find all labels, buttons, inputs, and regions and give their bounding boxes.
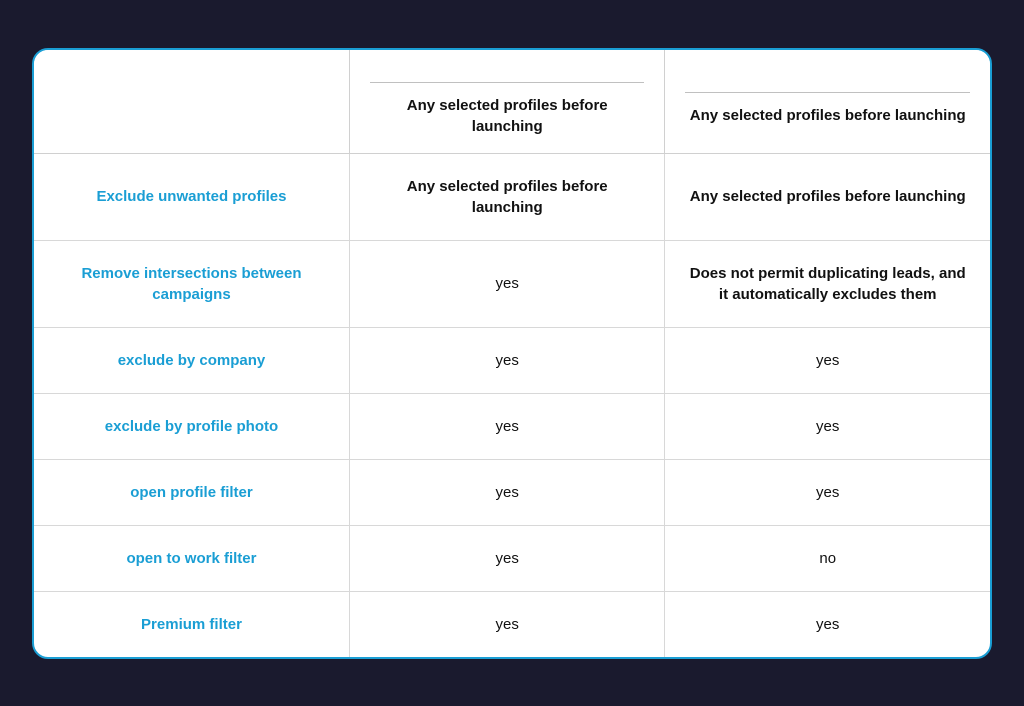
wc-cell: yes xyxy=(665,393,990,459)
feature-label: Exclude unwanted profiles xyxy=(96,188,286,205)
lh-value: Any selected profiles before launching xyxy=(407,178,608,216)
feature-cell: exclude by company xyxy=(34,327,349,393)
feature-cell: open to work filter xyxy=(34,525,349,591)
feature-label: exclude by profile photo xyxy=(105,418,278,435)
wc-value: yes xyxy=(816,484,839,501)
wc-value: no xyxy=(819,550,836,567)
table-row: exclude by profile photo yes yes xyxy=(34,393,990,459)
feature-cell: open profile filter xyxy=(34,459,349,525)
lh-cell: yes xyxy=(349,393,664,459)
comparison-table-wrapper: Any selected profiles before launching A… xyxy=(32,48,992,659)
wc-cell: yes xyxy=(665,591,990,657)
wc-subtitle: Any selected profiles before launching xyxy=(685,105,970,126)
feature-label: open to work filter xyxy=(126,550,256,567)
table-row: Exclude unwanted profiles Any selected pr… xyxy=(34,153,990,240)
feature-label: open profile filter xyxy=(130,484,253,501)
feature-label: Remove intersections between campaigns xyxy=(81,265,301,303)
table-row: open to work filter yes no xyxy=(34,525,990,591)
wc-cell: Does not permit duplicating leads, and i… xyxy=(665,240,990,327)
lh-cell: Any selected profiles before launching xyxy=(349,153,664,240)
wc-header-divider xyxy=(685,92,970,93)
wc-cell: Any selected profiles before launching xyxy=(665,153,990,240)
wc-value: yes xyxy=(816,616,839,633)
feature-label: exclude by company xyxy=(118,352,266,369)
lh-cell: yes xyxy=(349,240,664,327)
table-body: Exclude unwanted profiles Any selected pr… xyxy=(34,153,990,657)
lh-value: yes xyxy=(496,418,519,435)
feature-cell: Exclude unwanted profiles xyxy=(34,153,349,240)
table-row: Remove intersections between campaigns ye… xyxy=(34,240,990,327)
comparison-table: Any selected profiles before launching A… xyxy=(34,50,990,657)
table-row: exclude by company yes yes xyxy=(34,327,990,393)
wc-cell: no xyxy=(665,525,990,591)
wc-cell: yes xyxy=(665,327,990,393)
lh-value: yes xyxy=(496,550,519,567)
lh-value: yes xyxy=(496,616,519,633)
wc-column-header: Any selected profiles before launching xyxy=(665,50,990,154)
lh-value: yes xyxy=(496,484,519,501)
lh-value: yes xyxy=(496,352,519,369)
lh-subtitle: Any selected profiles before launching xyxy=(370,95,644,137)
feature-label: Premium filter xyxy=(141,616,242,633)
lh-value: yes xyxy=(496,275,519,292)
lh-cell: yes xyxy=(349,591,664,657)
wc-cell: yes xyxy=(665,459,990,525)
table-header-row: Any selected profiles before launching A… xyxy=(34,50,990,154)
wc-value: Any selected profiles before launching xyxy=(690,188,966,205)
wc-value: yes xyxy=(816,352,839,369)
lh-header-divider xyxy=(370,82,644,83)
lh-cell: yes xyxy=(349,459,664,525)
lh-column-header: Any selected profiles before launching xyxy=(349,50,664,154)
feature-column-header xyxy=(34,50,349,154)
table-row: open profile filter yes yes xyxy=(34,459,990,525)
feature-cell: Remove intersections between campaigns xyxy=(34,240,349,327)
feature-cell: Premium filter xyxy=(34,591,349,657)
lh-cell: yes xyxy=(349,327,664,393)
feature-cell: exclude by profile photo xyxy=(34,393,349,459)
lh-cell: yes xyxy=(349,525,664,591)
wc-value: yes xyxy=(816,418,839,435)
table-row: Premium filter yes yes xyxy=(34,591,990,657)
wc-value: Does not permit duplicating leads, and i… xyxy=(690,265,966,303)
